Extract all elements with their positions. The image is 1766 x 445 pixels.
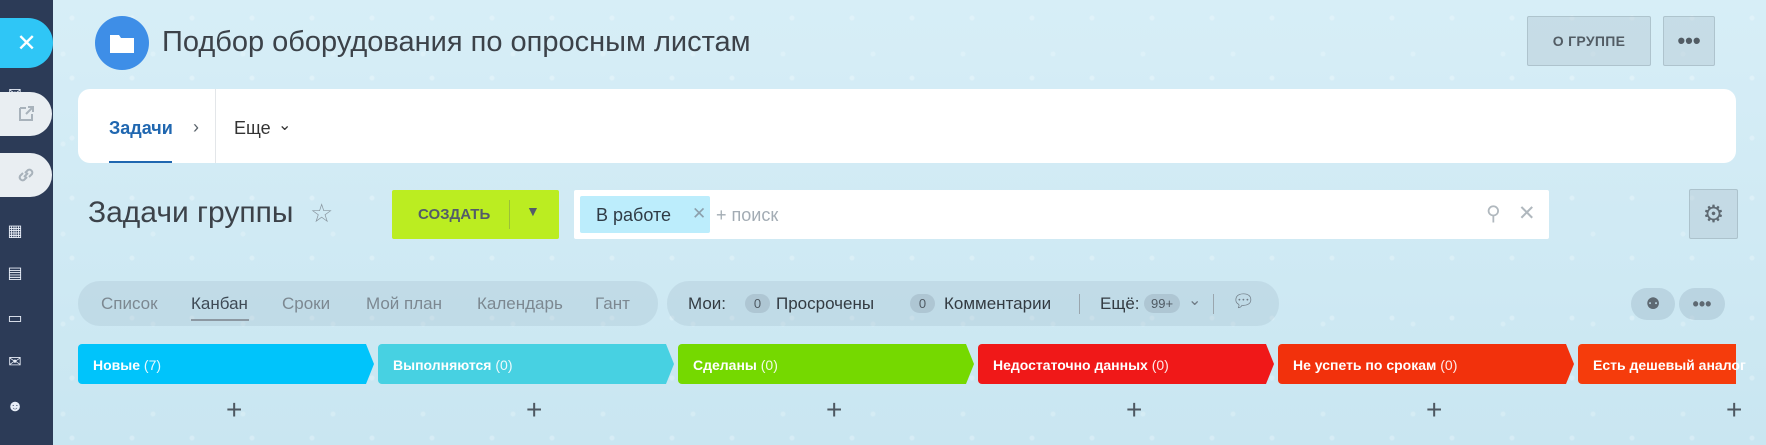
clear-search-icon[interactable]: ✕ <box>1518 201 1536 226</box>
kanban-column-title: Сделаны (0) <box>693 357 778 373</box>
robots-button[interactable]: ⚉ <box>1631 288 1675 320</box>
add-task-button[interactable]: + <box>226 394 242 426</box>
caret-down-icon[interactable]: ▼ <box>526 203 540 219</box>
counters-bar: Мои: 0 Просрочены 0 Комментарии Ещё: 99+… <box>667 281 1279 326</box>
page-title: Подбор оборудования по опросным листам <box>162 26 751 58</box>
overdue-label[interactable]: Просрочены <box>776 294 874 314</box>
chip-close-icon[interactable]: ✕ <box>692 204 706 224</box>
close-button[interactable]: ✕ <box>0 18 53 68</box>
document-icon[interactable]: ▤ <box>4 262 26 284</box>
star-icon[interactable]: ☆ <box>310 198 333 229</box>
robot-icon: ⚉ <box>1645 296 1661 313</box>
view-list[interactable]: Список <box>101 294 158 314</box>
view-kanban[interactable]: Канбан <box>191 294 248 314</box>
kanban-column-header[interactable]: Новые (7) <box>78 344 374 384</box>
kanban-column-header[interactable]: Есть дешевый аналог <box>1578 344 1746 384</box>
inbox-icon[interactable]: ▭ <box>4 307 26 329</box>
overdue-count[interactable]: 0 <box>745 294 770 313</box>
kanban-column-count: (7) <box>143 357 162 373</box>
tabs-panel: Задачи › Еще ⌄ <box>78 89 1736 163</box>
add-task-button[interactable]: + <box>1426 394 1442 426</box>
section-title: Задачи группы <box>88 196 294 229</box>
counters-divider <box>1079 294 1080 314</box>
view-calendar[interactable]: Календарь <box>477 294 563 314</box>
kanban-column-header[interactable]: Не успеть по срокам (0) <box>1278 344 1574 384</box>
kanban-column-header[interactable]: Выполняются (0) <box>378 344 674 384</box>
chevron-down-icon[interactable]: ⌄ <box>1188 290 1201 310</box>
chevron-down-icon[interactable]: ⌄ <box>278 115 291 135</box>
tab-tasks[interactable]: Задачи <box>109 118 173 139</box>
chat-icon[interactable]: 💬︎ <box>1232 291 1255 312</box>
comments-label[interactable]: Комментарии <box>944 294 1051 314</box>
create-divider <box>509 200 510 229</box>
more-counters-label[interactable]: Ещё: <box>1100 294 1140 314</box>
add-task-button[interactable]: + <box>526 394 542 426</box>
kanban-column-title: Выполняются (0) <box>393 357 513 373</box>
search-input[interactable]: + поиск <box>716 205 778 226</box>
create-label[interactable]: СОЗДАТЬ <box>418 206 490 223</box>
tab-active-indicator <box>109 161 172 163</box>
open-external-button[interactable] <box>0 92 52 136</box>
close-icon: ✕ <box>16 29 37 57</box>
comments-count[interactable]: 0 <box>910 294 935 313</box>
link-icon <box>18 168 34 182</box>
view-my-plan[interactable]: Мой план <box>366 294 442 314</box>
view-deadlines[interactable]: Сроки <box>282 294 330 314</box>
kanban-column-count: (0) <box>1151 357 1169 373</box>
kanban-column-title: Новые (7) <box>93 357 162 373</box>
kanban-column-header[interactable]: Недостаточно данных (0) <box>978 344 1274 384</box>
about-group-button[interactable]: О ГРУППЕ <box>1527 16 1651 66</box>
search-filter[interactable]: В работе ✕ + поиск ⚲ ✕ <box>574 190 1549 239</box>
people-icon[interactable]: ☻ <box>4 396 26 418</box>
view-active-indicator <box>191 319 249 321</box>
add-task-button[interactable]: + <box>826 394 842 426</box>
create-button[interactable]: СОЗДАТЬ ▼ <box>392 190 559 239</box>
external-link-icon <box>19 106 34 121</box>
copy-link-button[interactable] <box>0 153 52 197</box>
kanban-more-button[interactable]: ••• <box>1679 288 1725 320</box>
more-counters-count[interactable]: 99+ <box>1144 294 1181 313</box>
kanban-column-header[interactable]: Сделаны (0) <box>678 344 974 384</box>
settings-button[interactable]: ⚙ <box>1689 189 1738 239</box>
group-avatar <box>95 16 149 70</box>
mine-label: Мои: <box>688 294 727 313</box>
view-gantt[interactable]: Гант <box>595 294 630 314</box>
tab-more[interactable]: Еще <box>234 118 271 139</box>
calendar-grid-icon[interactable]: ▦ <box>4 220 26 242</box>
gear-icon: ⚙ <box>1702 200 1725 228</box>
more-dots-icon: ••• <box>1692 293 1712 314</box>
search-icon[interactable]: ⚲ <box>1486 201 1501 226</box>
add-task-button[interactable]: + <box>1726 394 1742 426</box>
filter-chip[interactable]: В работе ✕ <box>580 196 710 233</box>
header-more-button[interactable]: ••• <box>1663 16 1715 66</box>
add-task-button[interactable]: + <box>1126 394 1142 426</box>
view-switcher: Список Канбан Сроки Мой план Календарь Г… <box>78 281 658 326</box>
counters-divider-2 <box>1213 294 1214 314</box>
mail-icon[interactable]: ✉ <box>4 351 26 373</box>
chevron-right-icon: › <box>193 117 199 137</box>
kanban-column-count: (0) <box>495 357 513 373</box>
filter-chip-label: В работе <box>596 205 672 225</box>
kanban-column-title: Недостаточно данных (0) <box>993 357 1169 373</box>
folder-icon <box>110 35 134 53</box>
kanban-column-title: Есть дешевый аналог <box>1593 357 1746 373</box>
kanban-column-count: (0) <box>1440 357 1458 373</box>
kanban-column-title: Не успеть по срокам (0) <box>1293 357 1458 373</box>
tab-divider <box>215 89 216 163</box>
kanban-column-count: (0) <box>760 357 778 373</box>
